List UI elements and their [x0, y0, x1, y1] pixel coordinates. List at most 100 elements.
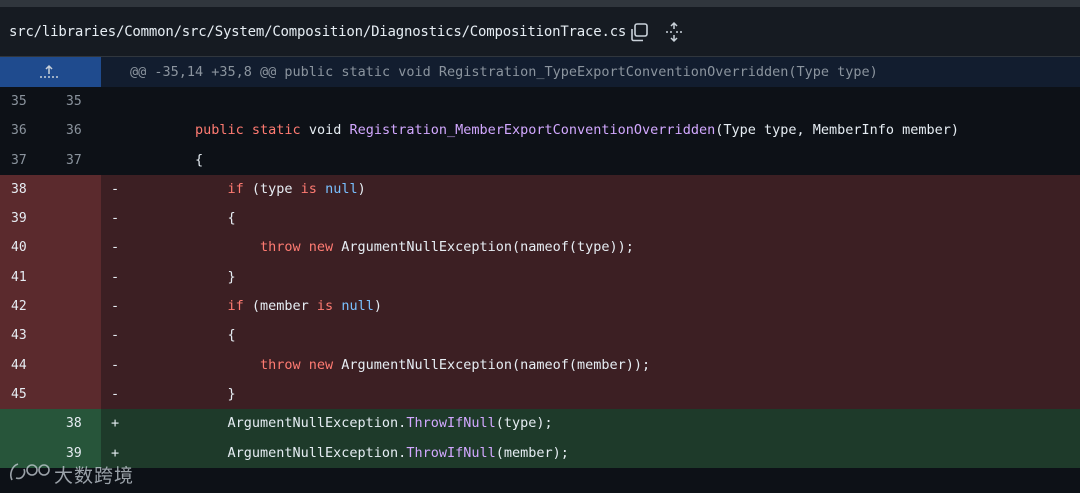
expand-up-icon: [40, 64, 58, 78]
code-token: ): [373, 298, 382, 315]
diff-marker: -: [111, 180, 120, 197]
deleted-line: 41 -}: [0, 262, 1080, 293]
watermark-logo-icon: [10, 463, 50, 481]
code-token: static: [251, 122, 309, 139]
code-token: (Type type, MemberInfo member): [715, 122, 960, 139]
diff-lines: 35 35 36 36 public static void Registration_…: [0, 87, 1080, 468]
code-token: ArgumentNullException: [341, 239, 512, 256]
expand-up-button[interactable]: [0, 57, 101, 87]
code-text: {: [195, 146, 203, 175]
new-line-number[interactable]: [66, 175, 116, 204]
old-line-number[interactable]: 39: [11, 204, 61, 233]
code-token: ArgumentNullException: [341, 356, 512, 373]
code-token: null: [325, 180, 358, 197]
deleted-line: 42 - if (member is null): [0, 292, 1080, 322]
old-line-number[interactable]: 36: [11, 116, 61, 145]
expand-all-icon[interactable]: [663, 21, 685, 43]
new-line-number[interactable]: [66, 263, 116, 292]
code-token: ArgumentNullException.: [227, 415, 407, 432]
new-line-number[interactable]: [66, 204, 116, 233]
deleted-line: 40 - throw new ArgumentNullException(nameo…: [0, 233, 1080, 263]
code-token: (nameof(member));: [511, 356, 651, 373]
old-line-number[interactable]: [11, 409, 61, 438]
diff-marker: -: [111, 327, 120, 344]
new-line-number[interactable]: 35: [66, 87, 116, 116]
code-token: ): [357, 180, 366, 197]
code-text: throw new ArgumentNullException(nameof(m…: [260, 351, 650, 380]
old-line-number[interactable]: 43: [11, 321, 61, 350]
code-text: {: [228, 204, 236, 233]
context-line: 36 36 public static void Registration_Memb…: [0, 116, 1080, 145]
code-token: void: [308, 122, 350, 139]
deleted-line: 43 - {: [0, 321, 1080, 351]
code-token: new: [308, 239, 342, 256]
code-token: if: [227, 298, 252, 315]
new-line-number[interactable]: [66, 380, 116, 409]
code-token: Registration_MemberExportConventionOverr…: [349, 122, 716, 139]
new-line-number[interactable]: [66, 351, 116, 380]
code-text: throw new ArgumentNullException(nameof(t…: [260, 233, 634, 262]
code-token: (type);: [495, 415, 553, 432]
code-token: throw: [260, 356, 309, 373]
diff-marker: -: [111, 356, 120, 373]
new-line-number[interactable]: [66, 321, 116, 350]
deleted-line: 39 - {: [0, 204, 1080, 234]
old-line-number[interactable]: 42: [11, 292, 61, 321]
diff-marker: -: [111, 385, 120, 402]
diff-marker: -: [111, 210, 120, 227]
old-line-number[interactable]: 38: [11, 175, 61, 204]
code-token: null: [341, 298, 374, 315]
deleted-line: 44 - throw new ArgumentNullException(nameo…: [0, 350, 1080, 380]
code-token: ThrowIfNull: [406, 444, 496, 461]
deleted-line: 45 -}: [0, 379, 1080, 410]
added-line: 39 + ArgumentNullException.ThrowIfNull(mem…: [0, 438, 1080, 468]
diff-marker: -: [111, 239, 120, 256]
code-text: if (member is null): [228, 292, 382, 321]
code-token: {: [195, 151, 204, 168]
code-text: ArgumentNullException.ThrowIfNull(member…: [228, 439, 569, 468]
code-token: {: [227, 327, 236, 344]
code-text: }: [228, 380, 236, 409]
new-line-number[interactable]: 36: [66, 116, 116, 145]
code-token: (member: [251, 298, 317, 315]
code-token: }: [227, 385, 236, 402]
hunk-header: @@ -35,14 +35,8 @@ public static void Re…: [0, 57, 1080, 87]
new-line-number[interactable]: 38: [66, 409, 116, 438]
code-text: if (type is null): [228, 175, 366, 204]
old-line-number[interactable]: 41: [11, 263, 61, 292]
copy-icon[interactable]: [628, 21, 650, 43]
code-token: is: [300, 180, 326, 197]
diff-marker: -: [111, 298, 120, 315]
new-line-number[interactable]: [66, 233, 116, 262]
code-token: }: [227, 268, 236, 285]
code-token: (type: [251, 180, 301, 197]
hunk-range-text: @@ -35,14 +35,8 @@ public static void Re…: [130, 64, 878, 80]
code-token: (member);: [495, 444, 569, 461]
diff-marker: -: [111, 268, 120, 285]
deleted-line: 38 - if (type is null): [0, 174, 1080, 205]
added-line: 38 + ArgumentNullException.ThrowIfNull(typ…: [0, 409, 1080, 439]
new-line-number[interactable]: [66, 292, 116, 321]
file-path[interactable]: src/libraries/Common/src/System/Composit…: [9, 24, 626, 40]
code-token: throw: [260, 239, 309, 256]
context-line: 37 37 {: [0, 146, 1080, 175]
old-line-number[interactable]: 44: [11, 351, 61, 380]
old-line-number[interactable]: 37: [11, 146, 61, 175]
old-line-number[interactable]: 35: [11, 87, 61, 116]
old-line-number[interactable]: 40: [11, 233, 61, 262]
code-text: }: [228, 263, 236, 292]
code-token: ThrowIfNull: [406, 415, 496, 432]
top-border: [0, 0, 1080, 7]
code-text: public static void Registration_MemberEx…: [195, 116, 959, 145]
new-line-number[interactable]: 37: [66, 146, 116, 175]
old-line-number[interactable]: 45: [11, 380, 61, 409]
code-token: new: [308, 356, 342, 373]
context-line: 35 35: [0, 87, 1080, 116]
code-token: (nameof(type));: [511, 239, 634, 256]
code-token: if: [227, 180, 252, 197]
watermark: 大数跨境: [8, 458, 148, 488]
code-text: ArgumentNullException.ThrowIfNull(type);: [228, 409, 553, 438]
code-token: public: [195, 122, 252, 139]
code-text: {: [228, 321, 236, 350]
file-header: src/libraries/Common/src/System/Composit…: [0, 7, 1080, 57]
